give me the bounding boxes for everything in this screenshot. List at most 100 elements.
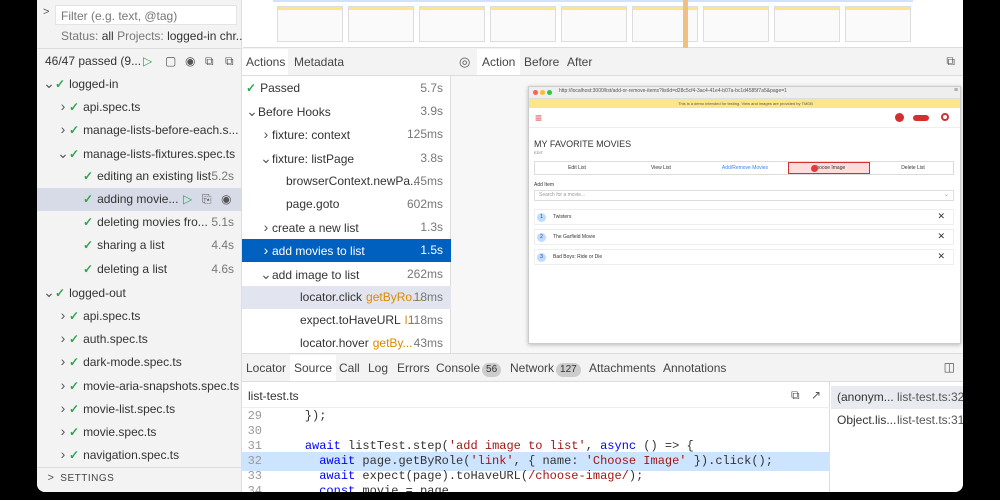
tab-console[interactable]: Console 56 <box>436 355 502 381</box>
tab-before[interactable]: Before <box>524 49 559 75</box>
tree-item[interactable]: ⌄✓ manage-lists-fixtures.spec.ts <box>37 142 242 165</box>
action-row[interactable]: ⌄add image to list 262ms <box>242 263 451 286</box>
tree-item[interactable]: ✓ deleting movies fro... 5.1s <box>37 211 242 234</box>
tab-source[interactable]: Source <box>290 355 337 381</box>
chevron-down-icon[interactable]: ⌄ <box>43 72 55 95</box>
tab-errors[interactable]: Errors <box>397 355 430 381</box>
filmstrip-thumbnail[interactable] <box>419 6 485 42</box>
tab-network[interactable]: Network 127 <box>510 355 581 381</box>
chevron-right-icon[interactable]: › <box>57 350 69 373</box>
filter-input[interactable]: Filter (e.g. text, @tag) <box>55 5 237 25</box>
chevron-right-icon[interactable]: › <box>57 304 69 327</box>
tab-locator[interactable]: Locator <box>246 355 286 381</box>
status-value[interactable]: all <box>102 29 114 43</box>
tree-item[interactable]: › ✓ movie-list.spec.ts <box>37 397 242 420</box>
tmdb-logo-icon <box>895 113 904 122</box>
tree-item[interactable]: ⌄✓ logged-out <box>37 281 242 304</box>
tab-actions[interactable]: Actions <box>242 49 288 75</box>
tab-after[interactable]: After <box>567 49 592 75</box>
actions-panel: Actions Metadata ✓ Passed 5.7s ⌄Before Hook… <box>242 48 451 353</box>
stack-frame[interactable]: Object.lis... list-test.ts:31 <box>831 409 963 432</box>
chevron-down-icon[interactable]: ⌄ <box>43 281 55 304</box>
chevron-down-icon[interactable]: ⌄ <box>260 263 272 286</box>
tree-item[interactable]: › ✓ api.spec.ts <box>37 304 242 327</box>
filmstrip-thumbnail[interactable] <box>845 6 911 42</box>
tree-item[interactable]: › ✓ movie-aria-snapshots.spec.ts <box>37 374 242 397</box>
chevron-right-icon[interactable]: › <box>57 443 69 466</box>
tree-item[interactable]: › ✓ movie.spec.ts <box>37 420 242 443</box>
snapshot-menu-icon: ≡ <box>953 87 958 94</box>
stack-location: list-test.ts:32 <box>897 390 963 404</box>
action-row[interactable]: locator.click getByRo... 18ms <box>242 285 451 309</box>
tree-item[interactable]: ✓ deleting a list 4.6s <box>37 258 242 281</box>
action-row[interactable]: › add movies to list 1.5s <box>242 239 451 263</box>
action-row[interactable]: ⌄Before Hooks 3.9s <box>242 100 451 123</box>
tree-item[interactable]: › ✓ auth.spec.ts <box>37 327 242 350</box>
filmstrip-thumbnail[interactable] <box>348 6 414 42</box>
pick-locator-icon[interactable]: ◎ <box>459 54 470 70</box>
expand-all-icon[interactable]: ⧉ <box>225 52 234 70</box>
chevron-right-icon[interactable]: › <box>57 397 69 420</box>
tree-item[interactable]: ✓ editing an existing list 5.2s <box>37 165 242 188</box>
snapshot-nav-item: Add/Remove Movies <box>721 165 769 171</box>
settings-section[interactable]: > SETTINGS <box>45 472 114 484</box>
tab-attachments[interactable]: Attachments <box>589 355 656 381</box>
test-summary-bar: 46/47 passed (9... ▷ ▢ ◉ ⧉ ⧉ <box>45 52 240 70</box>
tree-item[interactable]: › ✓ manage-lists-before-each.s... <box>37 118 242 141</box>
collapse-all-icon[interactable]: ⧉ <box>205 52 214 70</box>
chevron-right-icon[interactable]: › <box>57 118 69 141</box>
filmstrip-thumbnail[interactable] <box>561 6 627 42</box>
show-source-icon[interactable]: ⎘ <box>202 188 212 211</box>
watch-icon[interactable]: ◉ <box>185 52 195 70</box>
chevron-down-icon[interactable]: ⌄ <box>57 142 69 165</box>
chevron-down-icon[interactable]: ⌄ <box>246 100 258 123</box>
run-test-icon[interactable]: ▷ <box>183 188 192 211</box>
chevron-right-icon[interactable]: › <box>57 374 69 397</box>
tab-annotations[interactable]: Annotations <box>663 355 726 381</box>
action-row[interactable]: expect.toHaveURL l... 118ms <box>242 309 451 332</box>
tree-item[interactable]: › ✓ navigation.spec.ts <box>37 443 242 466</box>
stack-frame[interactable]: (anonym... list-test.ts:32 <box>831 386 963 409</box>
filmstrip-thumbnail[interactable] <box>703 6 769 42</box>
run-all-icon[interactable]: ▷ <box>143 52 152 70</box>
action-row[interactable]: browserContext.newPa... 45ms <box>242 170 451 193</box>
action-row[interactable]: ⌄fixture: listPage 3.8s <box>242 147 451 170</box>
tree-item[interactable]: ✓ adding movie... ▷ ⎘ ◉ <box>37 188 242 211</box>
tab-metadata[interactable]: Metadata <box>294 49 344 75</box>
chevron-right-icon[interactable]: › <box>57 95 69 118</box>
action-row[interactable]: ✓ Passed 5.7s <box>242 77 451 100</box>
tree-item[interactable]: ✓ sharing a list 4.4s <box>37 234 242 257</box>
tab-action[interactable]: Action <box>477 49 521 75</box>
filmstrip[interactable] <box>243 0 963 48</box>
chevron-right-icon[interactable]: › <box>57 420 69 443</box>
chevron-right-icon[interactable]: › <box>260 239 272 262</box>
chevron-down-icon[interactable]: ⌄ <box>260 147 272 170</box>
passed-check-icon: ✓ <box>83 168 94 183</box>
snapshot-browser[interactable]: http://localhost:3000/list/add-or-remove… <box>528 86 961 344</box>
filmstrip-thumbnail[interactable] <box>490 6 556 42</box>
projects-value[interactable]: logged-in chr... <box>167 29 246 43</box>
tree-item[interactable]: › ✓ dark-mode.spec.ts <box>37 350 242 373</box>
open-external-icon[interactable]: ↗ <box>811 388 821 402</box>
action-row[interactable]: › fixture: context 125ms <box>242 123 451 146</box>
filmstrip-thumbnail[interactable] <box>632 6 698 42</box>
filmstrip-thumbnail[interactable] <box>774 6 840 42</box>
stop-icon[interactable]: ▢ <box>165 52 176 70</box>
tab-log[interactable]: Log <box>368 355 388 381</box>
tab-call[interactable]: Call <box>339 355 360 381</box>
action-row[interactable]: locator.hover getBy... 43ms <box>242 332 451 355</box>
tree-item-label: adding movie... <box>97 192 179 206</box>
toggle-sidebar-icon[interactable]: ◫ <box>944 360 955 374</box>
chevron-right-icon[interactable]: › <box>260 123 272 146</box>
filmstrip-thumbnail[interactable] <box>277 6 343 42</box>
chevron-right-icon[interactable]: › <box>260 216 272 239</box>
tree-item[interactable]: ⌄✓ logged-in <box>37 72 242 95</box>
action-row[interactable]: page.goto 602ms <box>242 193 451 216</box>
watch-test-icon[interactable]: ◉ <box>221 188 231 211</box>
open-snapshot-external-icon[interactable]: ⧉ <box>946 54 955 69</box>
chevron-right-icon[interactable]: › <box>57 327 69 350</box>
copy-icon[interactable]: ⧉ <box>791 388 800 403</box>
tree-item[interactable]: › ✓ api.spec.ts <box>37 95 242 118</box>
action-row[interactable]: › create a new list 1.3s <box>242 216 451 239</box>
expand-filter-icon[interactable]: > <box>43 6 55 18</box>
